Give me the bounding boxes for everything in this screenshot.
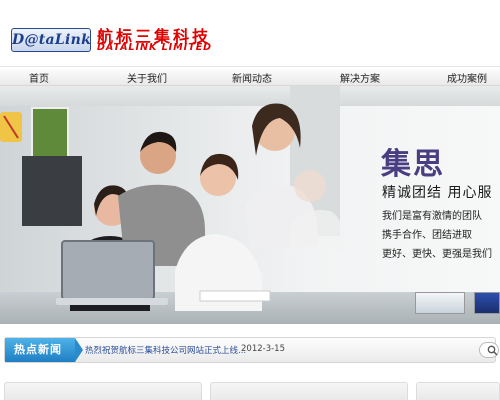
nav-item-solutions[interactable]: 解决方案 [340, 70, 380, 85]
banner-title: 集思 [381, 147, 445, 182]
nav-item-home[interactable]: 首页 [29, 70, 49, 85]
content-box-2 [210, 382, 408, 400]
news-bar: 热点新闻 热烈祝贺航标三集科技公司网站正式上线... 2012-3-15 [4, 337, 499, 363]
banner-line-2: 携手合作、团结进取 [382, 230, 472, 241]
team-photo-illustration [0, 86, 345, 311]
main-nav: 首页 关于我们 新闻动态 解决方案 成功案例 [0, 66, 500, 86]
company-name-en: DATALINK LIMITED [97, 42, 213, 53]
hero-banner[interactable]: 集思 精诚团结 用心服 我们是富有激情的团队 携手合作、团结进取 更好、更快、更… [0, 86, 500, 324]
news-headline-link[interactable]: 热烈祝贺航标三集科技公司网站正式上线... [85, 344, 246, 356]
banner-line-1: 我们是富有激情的团队 [382, 211, 482, 222]
banner-line-3: 更好、更快、更强是我们 [382, 249, 492, 260]
content-box-3 [416, 382, 500, 400]
logo[interactable]: D@taLink [11, 28, 91, 52]
search-button[interactable] [479, 342, 499, 358]
site-header: D@taLink 航标三集科技 DATALINK LIMITED [0, 0, 500, 66]
news-date: 2012-3-15 [241, 344, 285, 354]
banner-thumbnail-2[interactable] [474, 292, 500, 314]
search-icon [487, 345, 498, 356]
banner-subtitle: 精诚团结 用心服 [382, 185, 493, 201]
banner-thumbnail-1[interactable] [415, 292, 465, 314]
content-box-1 [4, 382, 202, 400]
nav-item-news[interactable]: 新闻动态 [232, 70, 272, 85]
news-tag: 热点新闻 [5, 338, 83, 362]
nav-item-about[interactable]: 关于我们 [127, 70, 167, 85]
nav-item-cases[interactable]: 成功案例 [447, 70, 487, 85]
